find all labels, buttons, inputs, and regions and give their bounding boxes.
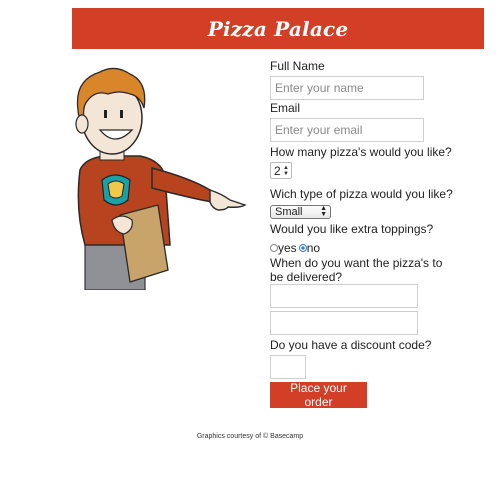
toppings-yes-radio[interactable] (270, 244, 278, 252)
pizza-type-label: Wich type of pizza would you like? (270, 187, 453, 201)
full-name-input[interactable] (270, 76, 424, 100)
pizza-type-select[interactable]: Small ▲ ▼ (270, 205, 331, 219)
toppings-no-label: no (306, 241, 321, 255)
delivery-label: When do you want the pizza's to be deliv… (270, 256, 443, 284)
quantity-value: 2 (274, 163, 281, 178)
quantity-label: How many pizza's would you like? (270, 145, 452, 159)
delivery-date-input[interactable] (270, 284, 418, 308)
email-label: Email (270, 101, 301, 115)
mascot-illustration (75, 67, 247, 290)
delivery-time-input[interactable] (270, 311, 418, 335)
page-title: Pizza Palace (207, 16, 349, 41)
toppings-radio-group: yes no (270, 241, 320, 255)
select-caret-icon: ▲ ▼ (320, 205, 327, 218)
toppings-label: Would you like extra toppings? (270, 222, 434, 236)
toppings-no-radio[interactable] (298, 244, 307, 252)
pizza-type-selected: Small (275, 206, 303, 218)
toppings-yes-label: yes (278, 241, 297, 255)
page-header: Pizza Palace (72, 8, 484, 49)
stepper-arrows-icon[interactable]: ▲ ▼ (283, 165, 289, 177)
quantity-stepper[interactable]: 2 ▲ ▼ (270, 162, 292, 179)
place-order-button[interactable]: Place your order (270, 381, 367, 409)
full-name-label: Full Name (270, 59, 325, 73)
email-input[interactable] (270, 118, 424, 142)
discount-code-input[interactable] (270, 355, 306, 379)
footer-credit: Graphics courtesy of © Basecamp (196, 433, 304, 440)
discount-label: Do you have a discount code? (270, 338, 432, 352)
